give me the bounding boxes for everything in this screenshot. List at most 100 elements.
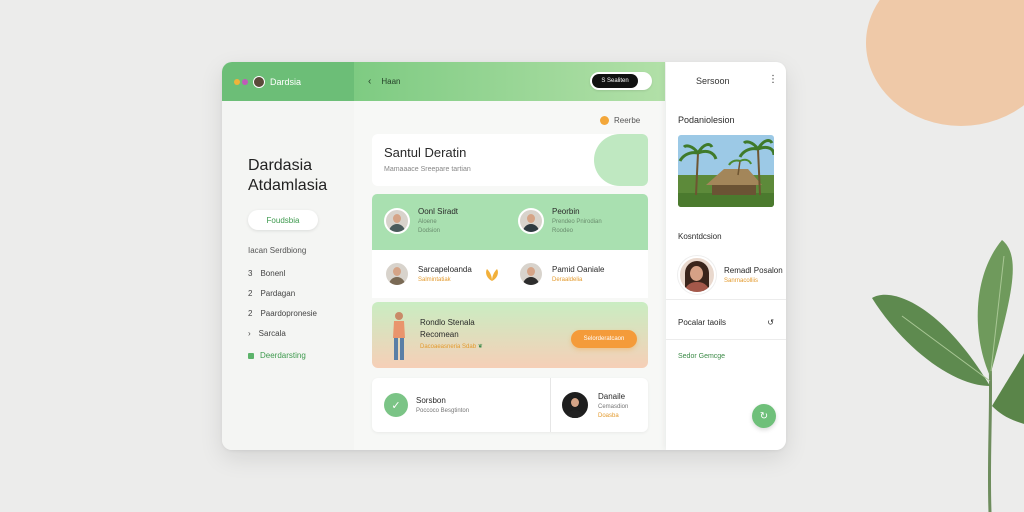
person-role: Poccoco Besgtinton [416, 408, 470, 414]
person-name: Peorbin [552, 207, 580, 216]
avatar [678, 256, 716, 294]
orange-dot-icon [600, 116, 609, 125]
refresh-icon[interactable]: ↺ [767, 318, 774, 327]
person-card[interactable]: Pamid Oaniale Deraaldelia [518, 261, 604, 287]
panel-title: Sersoon [696, 76, 730, 86]
purple-dot-icon [242, 78, 248, 85]
bottom-card: ✓ Sorsbon Poccoco Besgtinton Danaile Cem… [372, 378, 648, 432]
sidebar-list: 3 Bonenl 2 Pardagan 2 Paardopronesie › Sarca… [248, 263, 354, 343]
panel-row-label: Pocalar taoils [678, 318, 727, 327]
leaf-icon: ❦ [477, 344, 483, 350]
panel-row[interactable]: Pocalar taoils ↺ [678, 318, 774, 327]
avatar [384, 261, 410, 287]
sidebar-item-label: Sarcala [258, 328, 286, 338]
main-content: ‹ Haan S Sealiten Reerbe Santul Deratin … [354, 62, 665, 450]
sidebar-item-label: Paardopronesie [260, 308, 317, 318]
avatar [384, 207, 410, 234]
sidebar-header: Dardsia [222, 62, 354, 101]
sidebar-item-num: 2 [248, 308, 253, 318]
person-role: Deraaldelia [552, 277, 583, 283]
sidebar-pill-button[interactable]: Foudsbia [248, 210, 318, 230]
yellow-dot-icon [234, 78, 240, 85]
person-role: Aloene [418, 219, 437, 225]
sidebar-item-num: › [248, 328, 251, 338]
sidebar-item-label: Bonenl [260, 268, 286, 278]
person-illustration [393, 312, 405, 360]
panel-section-title: Podaniolesion [678, 115, 735, 125]
person-card[interactable]: Danaile Cemasdion Doasba [560, 390, 628, 420]
person-card[interactable]: Sarcapeloanda Salmintatiak [384, 261, 472, 287]
decor-circle [866, 0, 1024, 126]
person-card[interactable]: Peorbin Prendeo Pnirodian Roodeo [518, 207, 602, 234]
sidebar-item[interactable]: 2 Pardagan [248, 283, 354, 303]
divider [666, 299, 786, 300]
title-line-2: Atdamlasia [248, 177, 328, 194]
toggle-label: S Sealiten [592, 74, 638, 88]
promo-detail: Dacoaeasneria Sdab ❦ [420, 343, 483, 350]
person-role: Prendeo Pnirodian [552, 219, 602, 225]
hero-title: Santul Deratin [384, 145, 467, 160]
avatar[interactable] [253, 75, 265, 88]
people-row-2: Sarcapeloanda Salmintatiak Pamid Oaniale… [372, 250, 648, 298]
sidebar-active-label: Deerdarsting [260, 351, 306, 360]
leaf-logo-icon: ✓ [384, 393, 408, 417]
landscape-photo[interactable] [678, 135, 774, 207]
refresh-fab-button[interactable]: ↻ [752, 404, 776, 428]
promo-subtitle: Recomean [420, 330, 459, 339]
person-name: Sarcapeloanda [418, 265, 472, 274]
sidebar-item[interactable]: › Sarcala [248, 323, 354, 343]
promo-detail-text: Dacoaeasneria Sdab [420, 344, 477, 350]
chevron-left-icon[interactable]: ‹ [368, 76, 371, 87]
plant-decoration [872, 240, 1024, 512]
sidebar-section-label: Iacan Serdbiong [248, 246, 307, 255]
promo-name: Rondlo Stenala [420, 318, 475, 327]
divider [666, 339, 786, 340]
person-detail: Dodsion [418, 228, 441, 234]
badge-label: Reerbe [614, 116, 641, 125]
page-title: Dardasia Atdamlasia [248, 156, 354, 196]
people-row-1: Oonl Siradt Aloene Dodsion Peorbin Prend… [372, 194, 648, 250]
kebab-menu-icon[interactable]: ⋮ [768, 74, 778, 85]
status-badge[interactable]: Reerbe [600, 116, 640, 125]
person-name: Danaile [598, 391, 626, 401]
title-line-1: Dardasia [248, 157, 313, 174]
avatar [518, 207, 544, 234]
sidebar-item-active[interactable]: Deerdarsting [248, 351, 354, 360]
leaf-icon [486, 269, 498, 281]
person-name: Sorsbon [416, 396, 446, 405]
toggle-switch[interactable]: S Sealiten [590, 72, 652, 90]
avatar [560, 390, 590, 420]
panel-section-title: Kosntdcsion [678, 232, 722, 241]
square-icon [248, 352, 254, 359]
hero-card[interactable]: Santul Deratin Mamaaace Sreepare tartian [372, 134, 648, 186]
person-role: Sanrnacolliis [724, 278, 759, 284]
hero-decoration [594, 134, 648, 186]
person-name: Oonl Siradt [418, 207, 459, 216]
person-name: Pamid Oaniale [552, 265, 605, 274]
sidebar-item-num: 2 [248, 288, 253, 298]
hero-subtitle: Mamaaace Sreepare tartian [384, 166, 471, 173]
app-window: Dardsia Dardasia Atdamlasia Foudsbia Iac… [222, 62, 786, 450]
back-label[interactable]: Haan [381, 77, 400, 86]
person-role: Salmintatiak [418, 277, 451, 283]
panel-person-card[interactable]: Remadl Posalon Sanrnacolliis [678, 256, 783, 294]
sidebar-item-num: 3 [248, 268, 253, 278]
sidebar-item[interactable]: 3 Bonenl [248, 263, 354, 283]
person-detail: Roodeo [552, 228, 574, 234]
app-name: Dardsia [270, 76, 302, 87]
main-header: ‹ Haan S Sealiten [354, 62, 665, 101]
promo-card: Rondlo Stenala Recomean Dacoaeasneria Sd… [372, 302, 648, 368]
sidebar: Dardsia Dardasia Atdamlasia Foudsbia Iac… [222, 62, 354, 450]
person-card[interactable]: ✓ Sorsbon Poccoco Besgtinton [384, 393, 469, 417]
person-role: Cemasdion [598, 403, 629, 410]
divider [550, 378, 551, 432]
panel-green-label[interactable]: Sedor Gemcge [678, 353, 725, 360]
sidebar-item[interactable]: 2 Paardopronesie [248, 303, 354, 323]
person-card[interactable]: Oonl Siradt Aloene Dodsion [384, 207, 458, 234]
promo-action-button[interactable]: Selorderatcaon [571, 330, 637, 348]
avatar [518, 261, 544, 287]
sidebar-item-label: Pardagan [260, 288, 296, 298]
person-detail: Doasba [598, 412, 619, 419]
detail-panel: Sersoon ⋮ Podaniolesion Kosntdcsion Rema… [666, 62, 786, 450]
person-name: Remadl Posalon [724, 266, 783, 275]
